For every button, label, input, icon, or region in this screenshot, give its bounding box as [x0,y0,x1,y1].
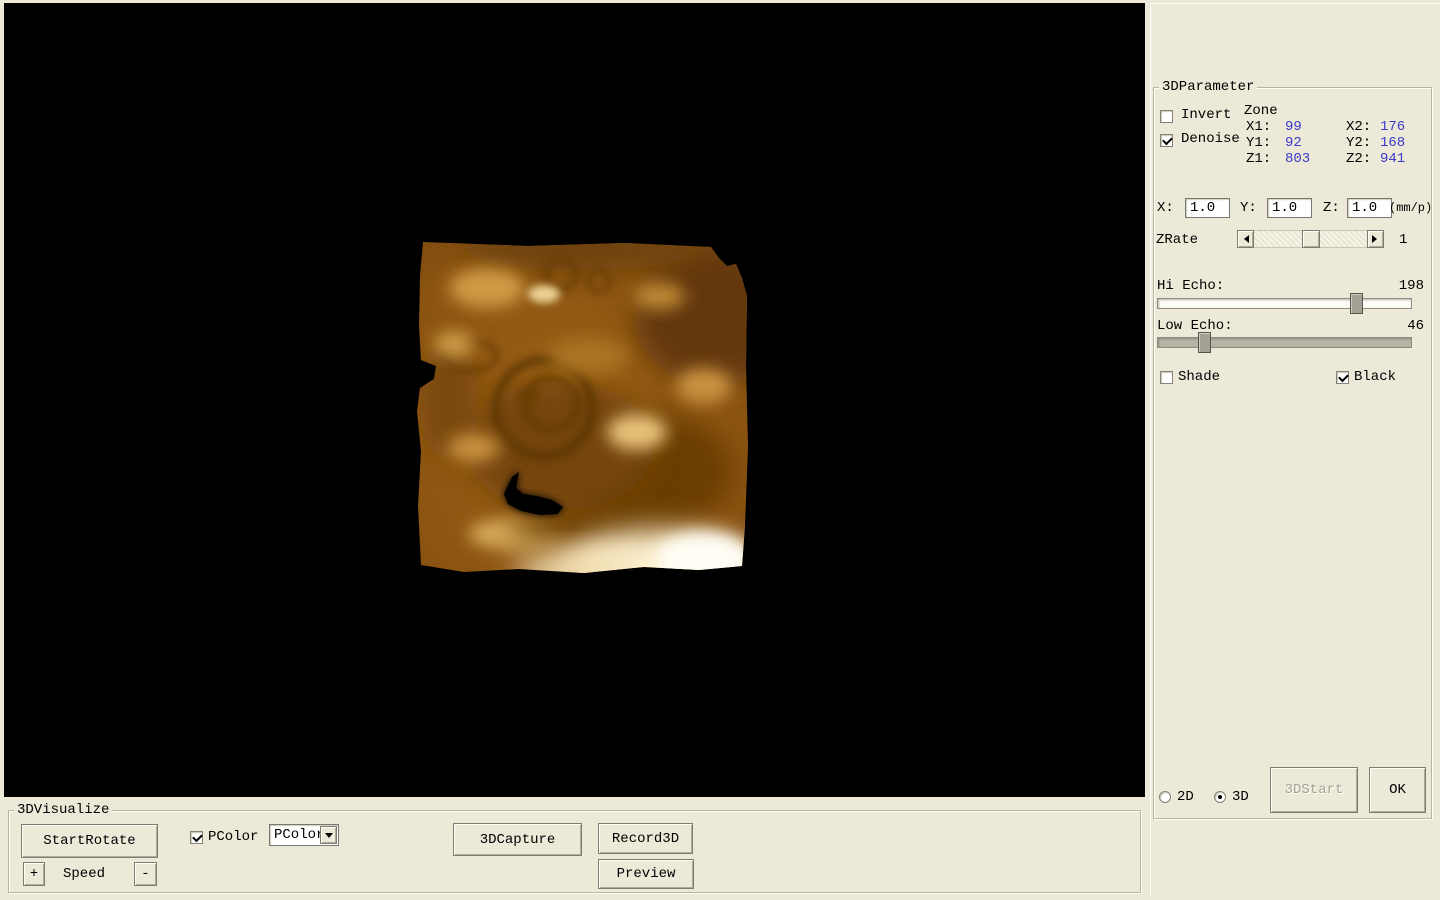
zone-title: Zone [1244,103,1278,119]
ok-button[interactable]: OK [1369,767,1426,813]
zone-x1-value: 99 [1285,119,1302,135]
scale-x-input[interactable] [1185,198,1230,218]
pcolor-checkbox[interactable] [190,831,203,844]
zone-z1-value: 803 [1285,151,1310,167]
zrate-scrollbar[interactable] [1237,230,1384,248]
start3d-button[interactable]: 3DStart [1270,767,1358,813]
zone-y2-label: Y2: [1346,135,1371,151]
pcolor-checkbox-label: PColor [208,829,258,845]
invert-checkbox[interactable] [1160,110,1173,123]
zone-x2-value: 176 [1380,119,1405,135]
visualize-group-title: 3DVisualize [14,802,112,818]
record-3d-button[interactable]: Record3D [598,823,693,854]
zone-z2-value: 941 [1380,151,1405,167]
black-label: Black [1354,369,1396,385]
hi-echo-label: Hi Echo: [1157,278,1224,294]
zone-y1-label: Y1: [1246,135,1271,151]
speed-plus-button[interactable]: + [23,862,45,886]
zrate-value: 1 [1399,232,1407,248]
zrate-label: ZRate [1156,232,1198,248]
zone-y1-value: 92 [1285,135,1302,151]
denoise-label: Denoise [1181,131,1240,147]
start-rotate-button[interactable]: StartRotate [21,824,158,858]
black-checkbox[interactable] [1336,371,1349,384]
shade-checkbox[interactable] [1160,371,1173,384]
parameter-panel: 3DParameter Invert Denoise Zone X1: 99 X… [1150,3,1440,897]
scale-x-label: X: [1157,200,1174,216]
scale-y-input[interactable] [1267,198,1312,218]
mode-3d-label: 3D [1232,789,1249,805]
zone-x1-label: X1: [1246,119,1271,135]
zrate-right-arrow-icon[interactable] [1367,230,1384,248]
zone-z1-label: Z1: [1246,151,1271,167]
shade-label: Shade [1178,369,1220,385]
3d-viewport[interactable] [4,3,1145,797]
3d-render-image [409,236,754,581]
low-echo-label: Low Echo: [1157,318,1233,334]
speed-label: Speed [63,866,105,882]
low-echo-slider[interactable] [1157,337,1412,348]
hi-echo-slider[interactable] [1157,298,1412,309]
scale-z-label: Z: [1323,200,1340,216]
capture-3d-button[interactable]: 3DCapture [453,823,582,856]
preview-button[interactable]: Preview [598,859,694,889]
pcolor-dropdown-arrow-icon[interactable] [320,826,337,844]
zone-y2-value: 168 [1380,135,1405,151]
zone-x2-label: X2: [1346,119,1371,135]
low-echo-value: 46 [1384,318,1424,334]
mode-3d-radio[interactable] [1214,791,1226,803]
application-window: { "param_panel": { "title": "3DParameter… [0,0,1440,900]
scale-y-label: Y: [1240,200,1257,216]
parameter-group-title: 3DParameter [1159,79,1257,95]
zone-z2-label: Z2: [1346,151,1371,167]
mode-2d-label: 2D [1177,789,1194,805]
mode-2d-radio[interactable] [1159,791,1171,803]
scale-z-input[interactable] [1347,198,1392,218]
speed-minus-button[interactable]: - [134,862,157,886]
pcolor-dropdown[interactable]: PColor [269,824,339,846]
invert-label: Invert [1181,107,1231,123]
parameter-group-box: 3DParameter Invert Denoise Zone X1: 99 X… [1153,87,1432,819]
hi-echo-value: 198 [1384,278,1424,294]
visualize-group-box: 3DVisualize StartRotate + Speed - PColor… [8,810,1141,893]
pcolor-dropdown-value: PColor [274,827,324,843]
denoise-checkbox[interactable] [1160,134,1173,147]
zrate-left-arrow-icon[interactable] [1237,230,1254,248]
hi-echo-thumb[interactable] [1350,293,1363,314]
low-echo-thumb[interactable] [1198,332,1211,353]
zrate-thumb[interactable] [1302,230,1320,248]
scale-unit-label: (mm/p) [1389,201,1432,215]
